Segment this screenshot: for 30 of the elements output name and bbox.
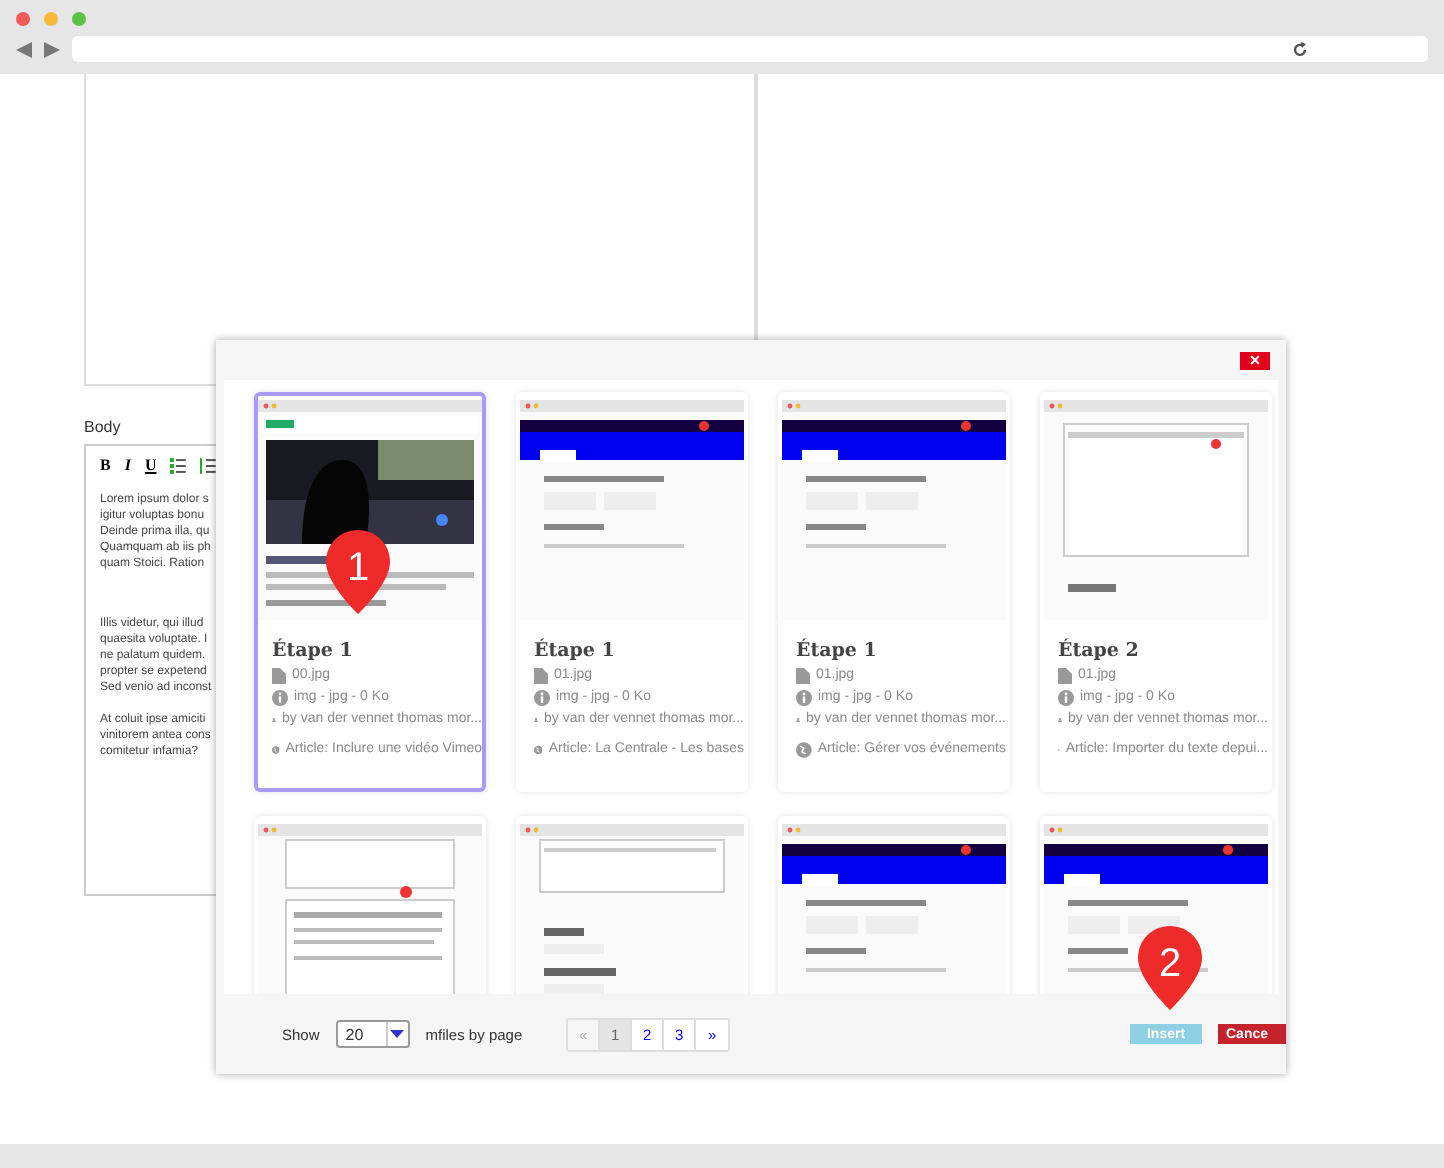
marker-pin: 1 bbox=[324, 528, 392, 616]
file-icon bbox=[534, 667, 548, 683]
card-title: Étape 2 bbox=[1058, 640, 1141, 662]
marker-pin: 2 bbox=[1136, 924, 1204, 1012]
format-button[interactable]: B bbox=[100, 456, 111, 474]
card-title: Étape 1 bbox=[272, 640, 355, 662]
back-icon[interactable] bbox=[16, 41, 32, 57]
close-button[interactable]: × bbox=[1240, 351, 1270, 369]
file-icon bbox=[1058, 667, 1072, 683]
field-label: Body bbox=[84, 418, 123, 436]
file-icon bbox=[272, 667, 286, 683]
per-page-value: 20 bbox=[343, 1025, 366, 1043]
reload-icon[interactable] bbox=[1292, 41, 1308, 57]
info-icon bbox=[1058, 689, 1074, 705]
caret-icon bbox=[390, 1030, 405, 1038]
card-title: Étape 1 bbox=[534, 640, 617, 662]
minimize-window-dot[interactable] bbox=[44, 12, 58, 26]
forward-icon[interactable] bbox=[44, 41, 60, 57]
format-button[interactable]: I bbox=[124, 456, 131, 474]
bullet-list-icon[interactable] bbox=[170, 457, 187, 473]
card-title: Étape 1 bbox=[796, 640, 879, 662]
close-window-dot[interactable] bbox=[16, 12, 30, 26]
info-icon bbox=[534, 689, 550, 705]
info-icon bbox=[272, 689, 288, 705]
info-icon bbox=[796, 689, 812, 705]
file-icon bbox=[796, 667, 810, 683]
per-page-select[interactable]: 20 bbox=[335, 1020, 410, 1048]
numbered-list-icon[interactable] bbox=[200, 457, 216, 473]
format-button[interactable]: U bbox=[144, 456, 157, 474]
maximize-window-dot[interactable] bbox=[72, 12, 86, 26]
